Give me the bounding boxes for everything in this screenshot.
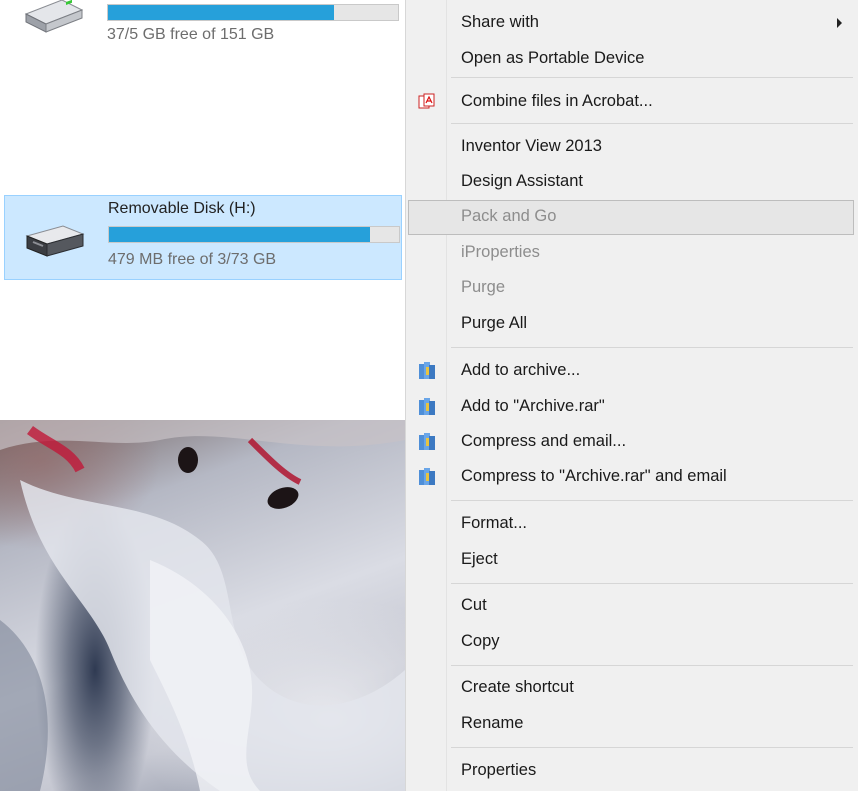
drive-h-usage-bar bbox=[108, 226, 400, 243]
menu-separator bbox=[451, 347, 853, 348]
menu-item-label: Format... bbox=[461, 514, 528, 532]
menu-separator bbox=[451, 77, 853, 78]
menu-separator bbox=[451, 665, 853, 666]
menu-item-label: Purge bbox=[461, 278, 506, 296]
menu-item-label: Compress and email... bbox=[461, 432, 627, 450]
menu-separator bbox=[451, 500, 853, 501]
menu-item-rename[interactable]: Rename bbox=[408, 707, 854, 740]
menu-item-design-assistant[interactable]: Design Assistant bbox=[408, 165, 854, 198]
wallpaper-flower-image bbox=[0, 420, 405, 791]
menu-item-label: Add to "Archive.rar" bbox=[461, 397, 605, 415]
context-menu: Share with Open as Portable Device Combi… bbox=[405, 0, 858, 791]
menu-item-label: Cut bbox=[461, 596, 487, 614]
menu-item-label: Pack and Go bbox=[461, 207, 557, 225]
menu-item-purge[interactable]: Purge bbox=[408, 271, 854, 304]
menu-item-copy[interactable]: Copy bbox=[408, 625, 854, 658]
menu-item-label: Open as Portable Device bbox=[461, 49, 645, 67]
menu-item-add-to-archive[interactable]: Add to archive... bbox=[408, 354, 854, 387]
menu-item-label: Copy bbox=[461, 632, 500, 650]
menu-item-create-shortcut[interactable]: Create shortcut bbox=[408, 671, 854, 704]
desktop-wallpaper bbox=[0, 420, 405, 791]
drive-c-usage-fill bbox=[108, 5, 335, 20]
drive-c-free-space: 37/5 GB free of 151 GB bbox=[107, 26, 275, 43]
winrar-icon bbox=[419, 433, 436, 451]
drive-c-usage-bar bbox=[107, 4, 399, 21]
winrar-icon bbox=[419, 398, 436, 416]
menu-item-properties[interactable]: Properties bbox=[408, 754, 854, 787]
menu-item-add-to-archive-rar[interactable]: Add to "Archive.rar" bbox=[408, 390, 854, 423]
menu-separator bbox=[451, 123, 853, 124]
menu-item-label: Rename bbox=[461, 714, 524, 732]
menu-separator bbox=[451, 583, 853, 584]
removable-disk-icon bbox=[25, 225, 85, 257]
drive-h-free-space: 479 MB free of 3/73 GB bbox=[108, 251, 277, 268]
winrar-icon bbox=[419, 362, 436, 380]
menu-item-compress-to-archive-rar-and-email[interactable]: Compress to "Archive.rar" and email bbox=[408, 460, 854, 493]
menu-item-format[interactable]: Format... bbox=[408, 507, 854, 540]
menu-item-purge-all[interactable]: Purge All bbox=[408, 307, 854, 340]
menu-item-label: Share with bbox=[461, 13, 539, 31]
menu-item-iproperties[interactable]: iProperties bbox=[408, 236, 854, 269]
menu-item-label: Compress to "Archive.rar" and email bbox=[461, 467, 727, 485]
menu-item-label: Design Assistant bbox=[461, 172, 583, 190]
acrobat-icon bbox=[418, 93, 435, 109]
drive-h-label: Removable Disk (H:) bbox=[108, 200, 256, 217]
drive-h-tile[interactable]: Removable Disk (H:) 479 MB free of 3/73 … bbox=[4, 195, 402, 280]
menu-separator bbox=[451, 747, 853, 748]
menu-item-cut[interactable]: Cut bbox=[408, 589, 854, 622]
explorer-pane: 37/5 GB free of 151 GB Removable Disk (H… bbox=[0, 0, 405, 420]
menu-item-label: iProperties bbox=[461, 243, 540, 261]
submenu-arrow-icon bbox=[837, 18, 842, 28]
menu-item-inventor-view-2013[interactable]: Inventor View 2013 bbox=[408, 130, 854, 163]
menu-item-label: Properties bbox=[461, 761, 537, 779]
menu-item-share-with[interactable]: Share with bbox=[408, 6, 854, 39]
menu-item-pack-and-go[interactable]: Pack and Go bbox=[408, 200, 854, 235]
drive-c-tile[interactable]: 37/5 GB free of 151 GB bbox=[4, 0, 402, 60]
menu-item-label: Add to archive... bbox=[461, 361, 581, 379]
menu-item-eject[interactable]: Eject bbox=[408, 543, 854, 576]
menu-item-combine-in-acrobat[interactable]: Combine files in Acrobat... bbox=[408, 85, 854, 118]
menu-item-label: Create shortcut bbox=[461, 678, 574, 696]
drive-h-usage-fill bbox=[109, 227, 370, 242]
menu-item-compress-and-email[interactable]: Compress and email... bbox=[408, 425, 854, 458]
menu-item-label: Combine files in Acrobat... bbox=[461, 92, 653, 110]
menu-item-label: Purge All bbox=[461, 314, 528, 332]
menu-item-label: Inventor View 2013 bbox=[461, 137, 602, 155]
hard-drive-icon bbox=[24, 0, 84, 33]
winrar-icon bbox=[419, 468, 436, 486]
menu-item-open-as-portable-device[interactable]: Open as Portable Device bbox=[408, 42, 854, 75]
menu-item-label: Eject bbox=[461, 550, 498, 568]
